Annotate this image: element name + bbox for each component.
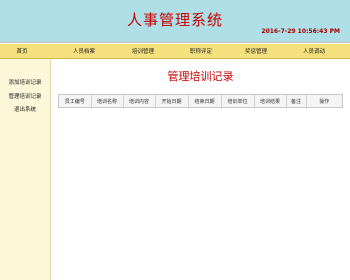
nav-item-title-evaluation[interactable]: 职称评定	[190, 47, 212, 55]
training-table: 员工编号 培训名称 培训内容 开始日期 结束日期 培训单位 培训结果 备注 操作	[58, 94, 343, 108]
app-header: 人事管理系统 2016-7-29 10:56:43 PM	[0, 0, 350, 42]
top-nav: 首页 人员档案 培训管理 职称评定 奖惩管理 人员调动	[0, 44, 350, 59]
page-title: 管理培训记录	[167, 70, 234, 83]
sidebar-item-manage-training[interactable]: 管理培训记录	[0, 92, 50, 100]
column-header: 培训单位	[220, 95, 254, 107]
column-header: 员工编号	[64, 98, 85, 105]
nav-item-rewards[interactable]: 奖惩管理	[245, 47, 267, 55]
column-header: 培训结果	[253, 95, 286, 107]
table-header-row: 员工编号 培训名称 培训内容 开始日期 结束日期 培训单位 培训结果 备注 操作	[59, 95, 342, 107]
sidebar: 添加培训记录 管理培训记录 退出系统	[0, 59, 51, 280]
current-datetime: 2016-7-29 10:56:43 PM	[261, 28, 340, 35]
sidebar-item-logout[interactable]: 退出系统	[0, 105, 50, 113]
app-title: 人事管理系统	[126, 11, 223, 29]
nav-item-personnel-files[interactable]: 人员档案	[73, 47, 95, 55]
column-header: 备注	[285, 95, 306, 107]
column-header: 培训名称	[90, 95, 123, 107]
nav-item-transfers[interactable]: 人员调动	[303, 47, 325, 55]
column-header: 操作	[305, 95, 342, 107]
main-content: 管理培训记录 员工编号 培训名称 培训内容 开始日期 结束日期 培训单位 培训结…	[51, 59, 350, 280]
header-divider	[0, 42, 350, 43]
column-header: 开始日期	[154, 95, 188, 107]
sidebar-item-add-training[interactable]: 添加培训记录	[0, 78, 50, 86]
column-header: 培训内容	[122, 95, 155, 107]
nav-item-home[interactable]: 首页	[16, 47, 27, 55]
nav-item-training[interactable]: 培训管理	[132, 47, 154, 55]
column-header: 结束日期	[187, 95, 221, 107]
